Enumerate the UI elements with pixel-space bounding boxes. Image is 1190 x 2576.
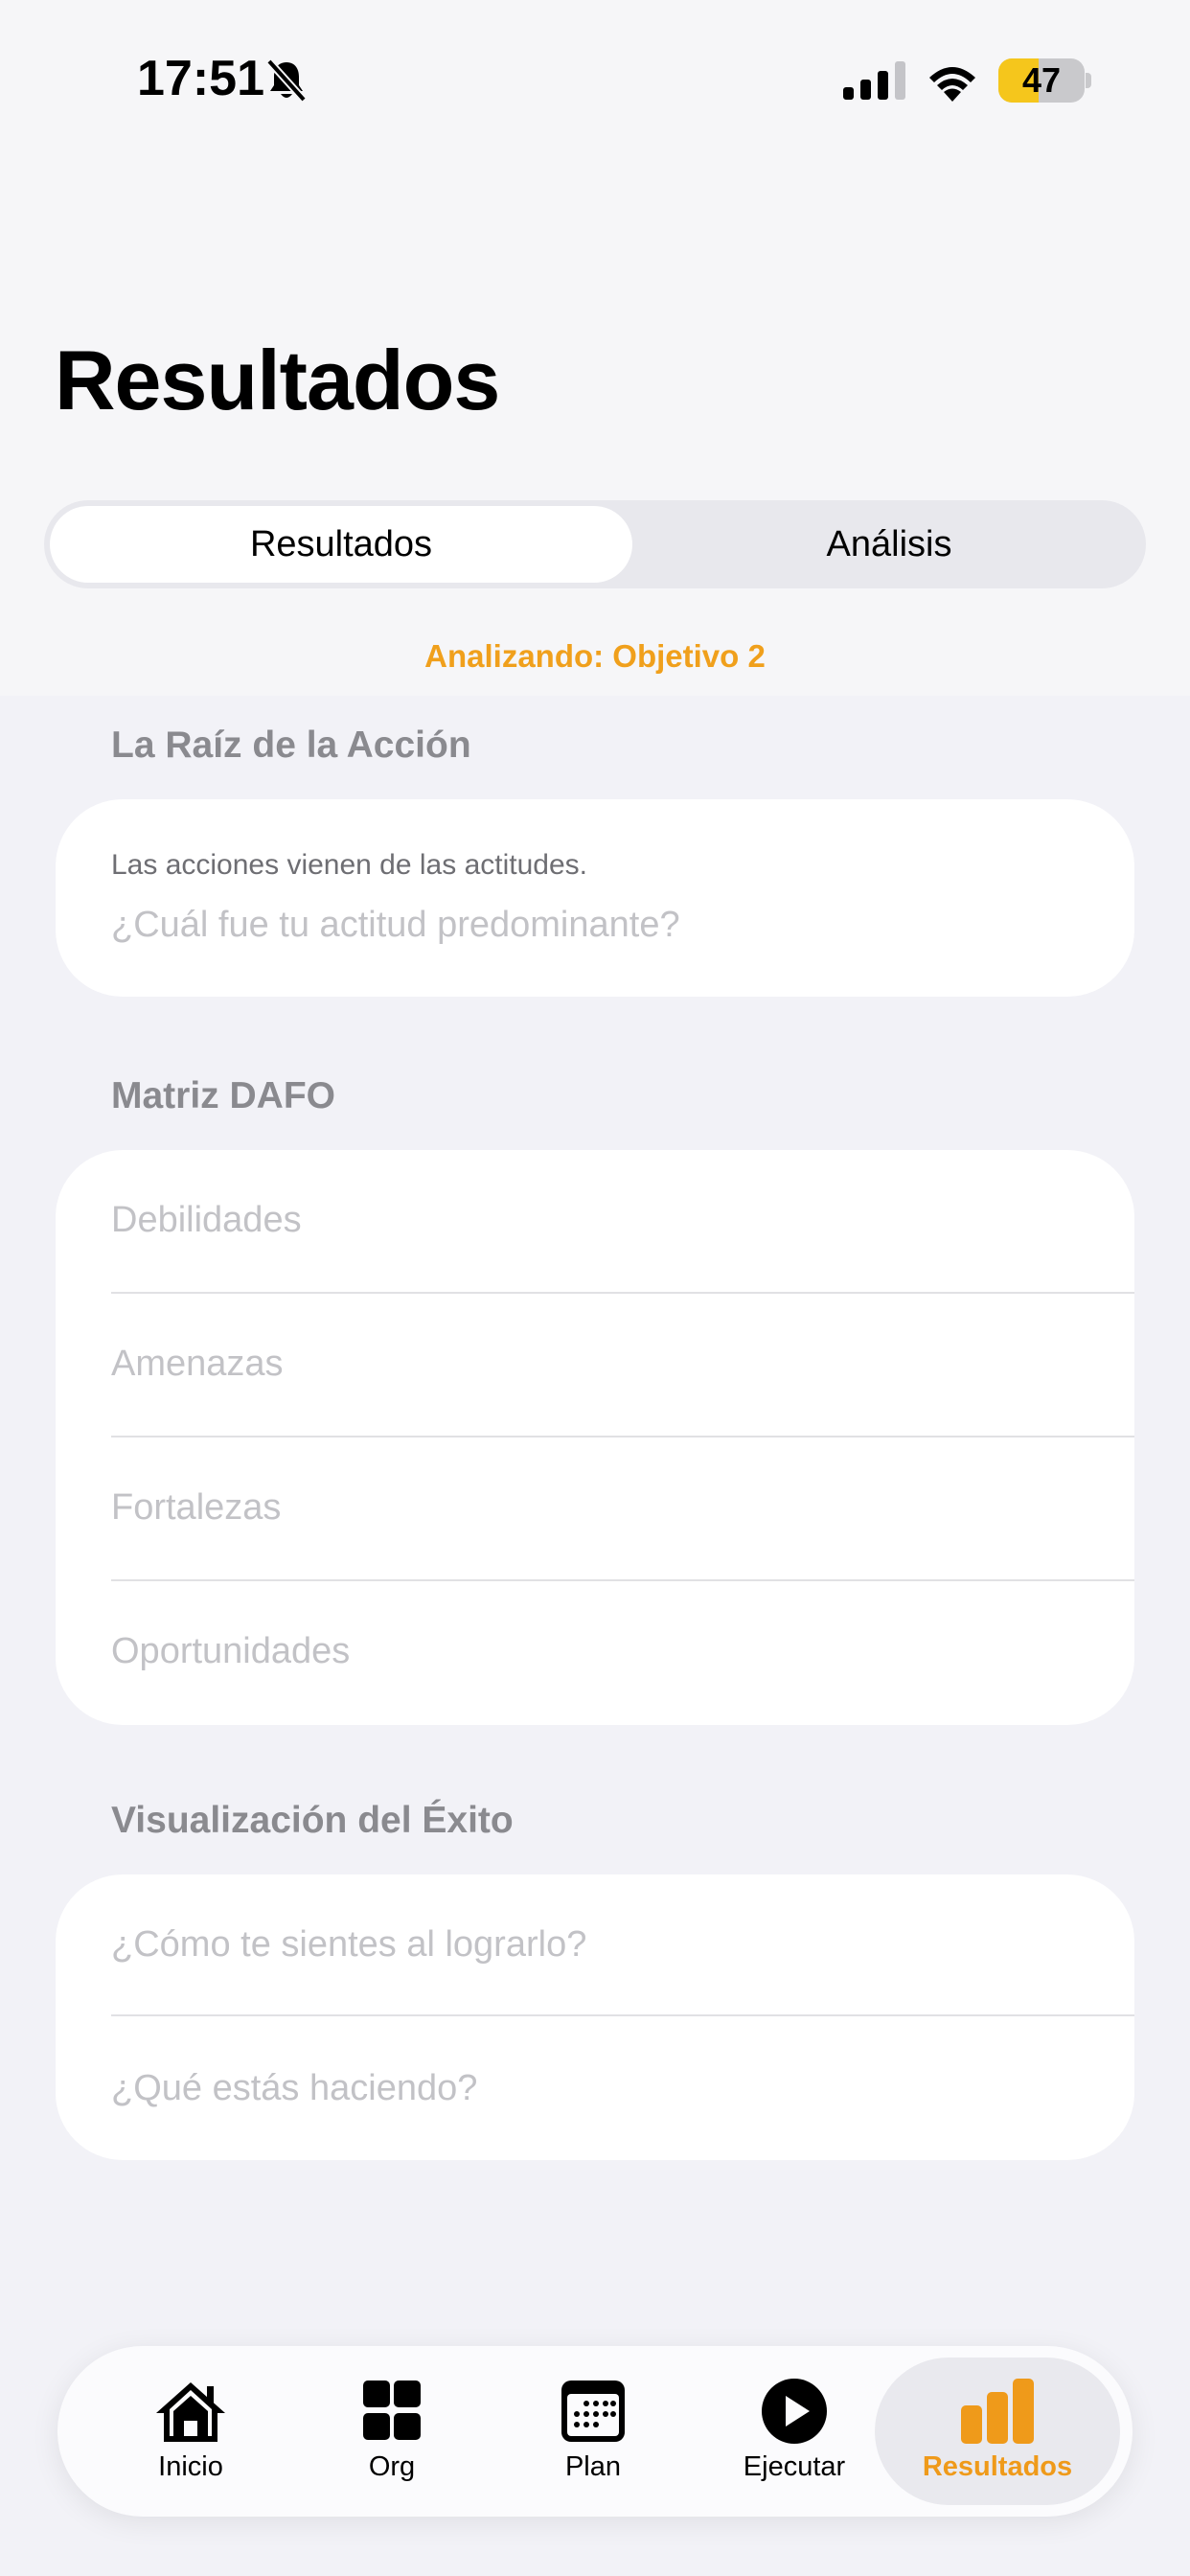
tab-label: Ejecutar (743, 2451, 846, 2482)
root-note: Las acciones vienen de las actitudes. (111, 849, 587, 881)
calendar-icon (561, 2380, 625, 2442)
weaknesses-input[interactable]: Debilidades (111, 1200, 302, 1241)
cellular-signal-icon (843, 61, 905, 100)
battery-cap (1086, 73, 1091, 88)
divider (111, 2014, 1134, 2016)
doing-input[interactable]: ¿Qué estás haciendo? (111, 2068, 477, 2109)
attitude-input[interactable]: ¿Cuál fue tu actitud predominante? (111, 905, 680, 946)
section-title-success: Visualización del Éxito (111, 1800, 514, 1841)
status-time: 17:51 (137, 51, 264, 106)
tab-plan[interactable]: Plan (493, 2358, 693, 2505)
opportunities-input[interactable]: Oportunidades (111, 1631, 350, 1672)
root-card: Las acciones vienen de las actitudes. ¿C… (56, 799, 1134, 997)
analyzing-label: Analizando: Objetivo 2 (424, 638, 766, 674)
section-title-dafo: Matriz DAFO (111, 1075, 335, 1116)
battery-icon: 47 (998, 58, 1085, 103)
divider (111, 1436, 1134, 1438)
wifi-icon (929, 67, 975, 102)
grid-icon (363, 2380, 421, 2440)
dafo-card: Debilidades Amenazas Fortalezas Oportuni… (56, 1150, 1134, 1725)
tab-label: Inicio (158, 2451, 223, 2482)
feeling-input[interactable]: ¿Cómo te sientes al lograrlo? (111, 1924, 586, 1966)
tab-org[interactable]: Org (292, 2358, 492, 2505)
tab-inicio[interactable]: Inicio (91, 2358, 290, 2505)
tab-label: Plan (564, 2451, 622, 2482)
tab-bar: Inicio Org Plan Ejecutar Resultados (57, 2346, 1133, 2517)
play-circle-icon (762, 2379, 827, 2444)
section-title-root: La Raíz de la Acción (111, 724, 471, 766)
page-title: Resultados (55, 333, 500, 427)
segment-analisis[interactable]: Análisis (638, 506, 1140, 583)
divider (111, 1579, 1134, 1581)
bell-slash-icon (266, 58, 307, 103)
house-icon (156, 2382, 225, 2442)
success-card: ¿Cómo te sientes al lograrlo? ¿Qué estás… (56, 1874, 1134, 2160)
status-bar: 17:51 47 (0, 0, 1190, 163)
strengths-input[interactable]: Fortalezas (111, 1487, 281, 1529)
battery-percent: 47 (1021, 60, 1062, 100)
threats-input[interactable]: Amenazas (111, 1344, 284, 1385)
tab-ejecutar[interactable]: Ejecutar (695, 2358, 894, 2505)
segmented-control: Resultados Análisis (44, 500, 1146, 588)
bar-chart-icon (961, 2379, 1034, 2444)
tab-resultados[interactable]: Resultados (875, 2358, 1120, 2505)
segment-resultados[interactable]: Resultados (50, 506, 632, 583)
tab-label: Org (368, 2451, 416, 2482)
divider (111, 1292, 1134, 1294)
tab-label: Resultados (922, 2451, 1073, 2482)
